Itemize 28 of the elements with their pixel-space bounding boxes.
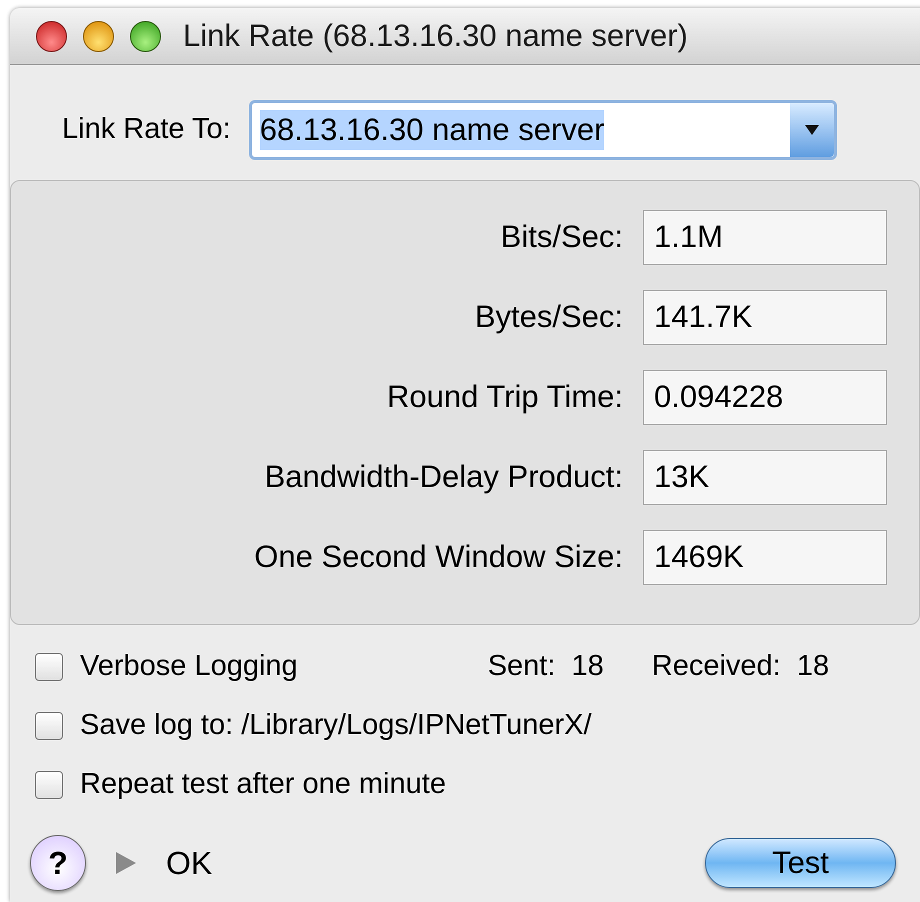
status-text: OK bbox=[166, 844, 212, 883]
result-field: 0.094228 bbox=[643, 370, 887, 425]
window-title: Link Rate (68.13.16.30 name server) bbox=[183, 16, 688, 55]
host-combo-box[interactable]: 68.13.16.30 name server bbox=[248, 100, 837, 160]
checkbox-label[interactable]: Repeat test after one minute bbox=[80, 762, 446, 806]
checkbox[interactable] bbox=[35, 712, 63, 740]
result-field: 141.7K bbox=[643, 290, 887, 345]
result-label: Bytes/Sec: bbox=[474, 298, 623, 336]
test-button[interactable]: Test bbox=[705, 838, 896, 888]
result-label: Round Trip Time: bbox=[386, 378, 623, 416]
checkbox-label[interactable]: Verbose Logging bbox=[80, 644, 298, 688]
disclosure-triangle-icon[interactable] bbox=[116, 852, 136, 874]
minimize-button[interactable] bbox=[83, 20, 114, 52]
result-field: 1.1M bbox=[643, 210, 887, 265]
result-label: Bandwidth-Delay Product: bbox=[264, 458, 623, 496]
result-label: One Second Window Size: bbox=[253, 538, 623, 576]
counter-text: Sent: 18 bbox=[488, 648, 604, 684]
result-field: 1469K bbox=[643, 530, 887, 585]
checkbox[interactable] bbox=[35, 770, 63, 798]
checkbox[interactable] bbox=[35, 652, 63, 680]
counter-text: Received: 18 bbox=[652, 648, 830, 684]
result-label: Bits/Sec: bbox=[500, 218, 623, 256]
result-field: 13K bbox=[643, 450, 887, 505]
zoom-button[interactable] bbox=[130, 20, 161, 52]
field-label: Link Rate To: bbox=[62, 112, 231, 148]
close-button[interactable] bbox=[36, 20, 67, 52]
checkbox-label[interactable]: Save log to: /Library/Logs/IPNetTunerX/ bbox=[80, 704, 592, 748]
help-button[interactable]: ? bbox=[30, 835, 86, 891]
